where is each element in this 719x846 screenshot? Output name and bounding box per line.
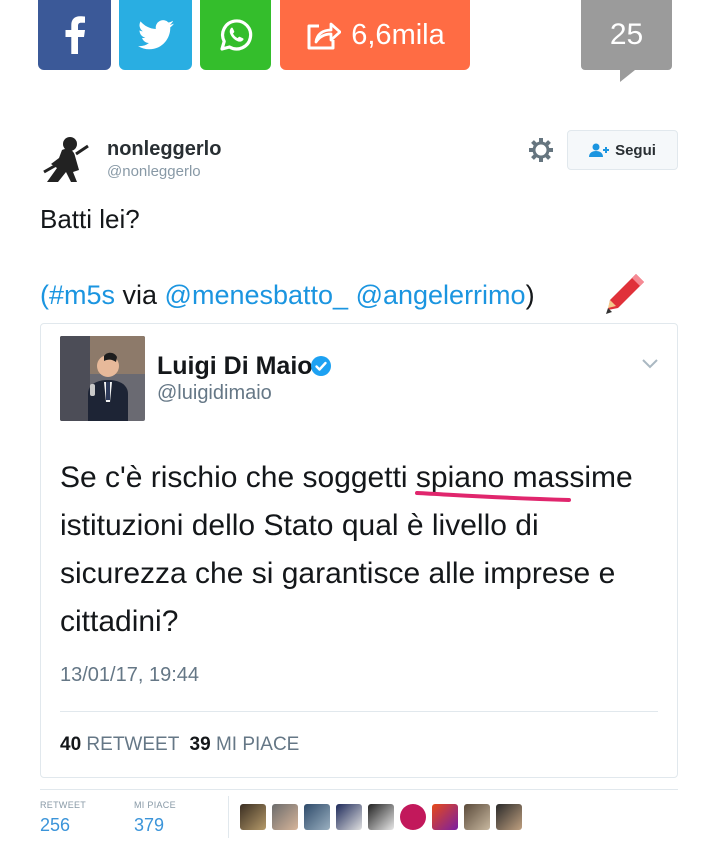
liker-avatar[interactable]: [400, 804, 426, 830]
follow-label: Segui: [615, 141, 656, 159]
like-count[interactable]: 379: [134, 815, 164, 836]
gear-icon[interactable]: [528, 137, 554, 163]
share-count: 6,6mila: [351, 18, 445, 51]
facebook-icon: [65, 16, 85, 54]
facebook-share-button[interactable]: [38, 0, 111, 70]
footer-divider: [40, 789, 678, 790]
liker-avatar[interactable]: [272, 804, 298, 830]
twitter-icon: [137, 20, 174, 50]
likers-avatars: [240, 804, 522, 830]
liker-avatar[interactable]: [496, 804, 522, 830]
share-count-button[interactable]: 6,6mila: [280, 0, 470, 70]
like-label: MI PIACE: [134, 800, 176, 810]
quoted-user-avatar[interactable]: [60, 336, 145, 421]
user-handle[interactable]: @nonleggerlo: [107, 163, 201, 180]
follow-button[interactable]: Segui: [567, 130, 678, 170]
chevron-down-icon[interactable]: [641, 358, 659, 370]
comments-count-button[interactable]: 25: [581, 0, 672, 70]
liker-avatar[interactable]: [240, 804, 266, 830]
quoted-tweet-text: Se c'è rischio che soggetti spiano massi…: [60, 461, 633, 638]
comments-count: 25: [609, 18, 644, 51]
quoted-retweet-label[interactable]: RETWEET: [86, 734, 179, 755]
tweet-text: Batti lei?: [40, 204, 140, 234]
quoted-divider: [60, 711, 658, 712]
pencil-icon: [606, 274, 644, 314]
whatsapp-share-button[interactable]: [200, 0, 271, 70]
comments-bubble-tail: [620, 70, 635, 82]
quoted-like-count[interactable]: 39: [190, 734, 211, 755]
mention-link-2[interactable]: @angelerrimo: [356, 280, 526, 310]
liker-avatar[interactable]: [336, 804, 362, 830]
quoted-display-name[interactable]: Luigi Di Maio: [157, 352, 313, 381]
hashtag-link[interactable]: (#m5s: [40, 280, 115, 310]
footer-separator: [228, 796, 229, 838]
user-display-name[interactable]: nonleggerlo: [107, 138, 221, 161]
whatsapp-icon: [219, 19, 252, 51]
quoted-timestamp[interactable]: 13/01/17, 19:44: [60, 664, 199, 687]
handwritten-underline: [415, 491, 571, 502]
closing-paren: ): [525, 280, 535, 310]
retweet-count[interactable]: 256: [40, 815, 70, 836]
twitter-share-button[interactable]: [119, 0, 192, 70]
share-icon: [307, 22, 342, 50]
quoted-handle[interactable]: @luigidimaio: [157, 382, 272, 405]
via-text: via: [115, 280, 165, 310]
quoted-retweet-count[interactable]: 40: [60, 734, 81, 755]
follow-icon: [589, 143, 610, 157]
liker-avatar[interactable]: [432, 804, 458, 830]
user-avatar[interactable]: [40, 132, 92, 184]
mention-link-1[interactable]: @menesbatto_: [165, 280, 349, 310]
quoted-stats: 40 RETWEET 39 MI PIACE: [60, 734, 299, 756]
retweet-label: RETWEET: [40, 800, 87, 810]
tweet-mentions: (#m5s via @menesbatto_ @angelerrimo): [40, 280, 535, 311]
quoted-like-label[interactable]: MI PIACE: [216, 734, 299, 755]
liker-avatar[interactable]: [368, 804, 394, 830]
liker-avatar[interactable]: [464, 804, 490, 830]
liker-avatar[interactable]: [304, 804, 330, 830]
verified-icon: [311, 356, 331, 376]
